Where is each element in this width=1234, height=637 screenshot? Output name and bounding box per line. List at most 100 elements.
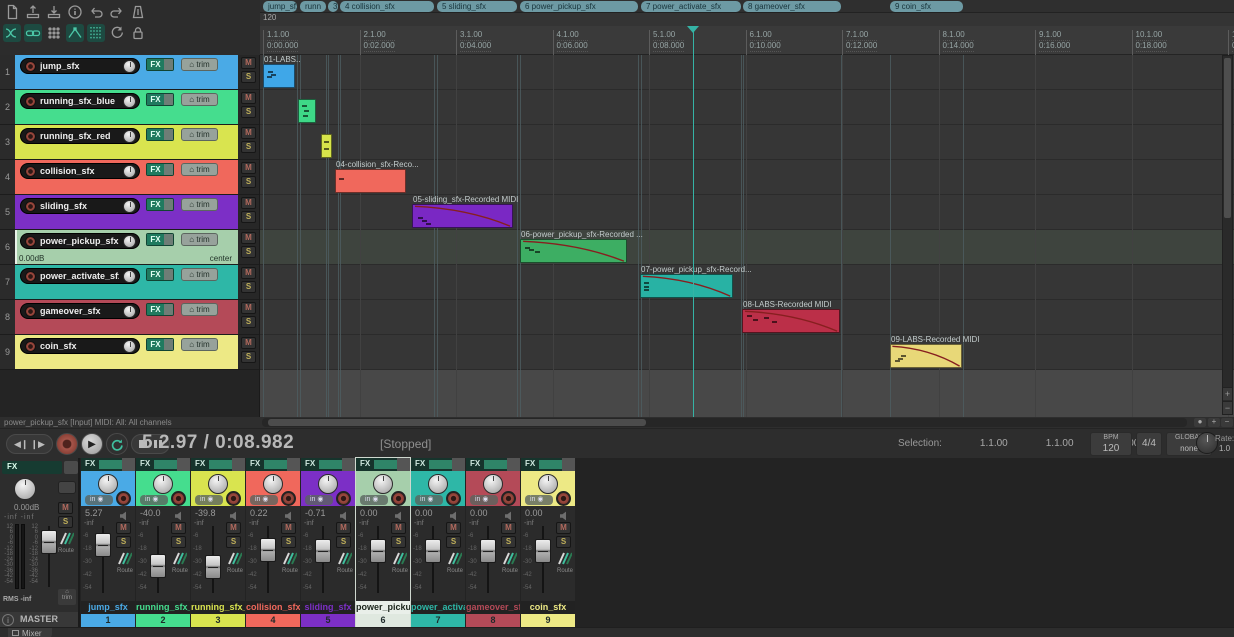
strip-input-button[interactable]: in ◉ [415, 495, 443, 505]
region-marker[interactable]: 3 [328, 1, 338, 12]
item-grouping-button[interactable] [24, 24, 42, 42]
track-panel-row[interactable]: 5sliding_sfxFX⌂ trimMS [0, 195, 259, 230]
strip-route-icon[interactable] [171, 552, 187, 565]
strip-pan-knob[interactable] [483, 474, 503, 494]
media-item[interactable]: 09-LABS-Recorded MIDI [890, 344, 962, 368]
track-volume-knob[interactable] [123, 340, 136, 353]
strip-solo-button[interactable]: S [391, 536, 406, 548]
strip-route-icon[interactable] [501, 552, 517, 565]
strip-volume-readout[interactable]: 0.22 [250, 508, 268, 518]
strip-record-arm-button[interactable] [171, 491, 186, 506]
strip-track-number[interactable]: 7 [411, 614, 465, 627]
strip-route-icon[interactable] [226, 552, 242, 565]
strip-volume-readout[interactable]: 0.00 [360, 508, 378, 518]
strip-fx-slot[interactable]: FX [411, 458, 465, 471]
track-envelope-button[interactable]: ⌂ trim [181, 233, 218, 246]
strip-record-arm-button[interactable] [446, 491, 461, 506]
redo-button[interactable] [108, 3, 126, 21]
track-volume-knob[interactable] [123, 130, 136, 143]
strip-volume-readout[interactable]: 5.27 [85, 508, 103, 518]
strip-pan-knob[interactable] [318, 474, 338, 494]
project-info-button[interactable] [66, 3, 84, 21]
strip-track-number[interactable]: 1 [81, 614, 135, 627]
track-name-field[interactable]: running_sfx_blue [20, 93, 140, 109]
mixer-strip[interactable]: FXin ◉-0.71-inf-6-18-30-42-54MSRouteslid… [301, 458, 355, 627]
strip-solo-button[interactable]: S [226, 536, 241, 548]
track-solo-button[interactable]: S [241, 281, 256, 293]
play-button[interactable]: ▶ [81, 433, 103, 455]
strip-route-label[interactable]: Route [392, 568, 408, 574]
strip-track-number[interactable]: 9 [521, 614, 575, 627]
track-panel-row[interactable]: 4collision_sfxFX⌂ trimMS [0, 160, 259, 195]
play-cursor[interactable] [693, 26, 694, 417]
track-solo-button[interactable]: S [241, 211, 256, 223]
mixer-strip[interactable]: FXin ◉0.00-inf-6-18-30-42-54MSRoutegameo… [466, 458, 520, 627]
record-arm-button[interactable] [25, 131, 36, 142]
mixer-strip[interactable]: FXin ◉0.00-inf-6-18-30-42-54MSRoutepower… [411, 458, 465, 627]
master-trim-button[interactable]: ⌂trim [58, 589, 76, 605]
record-arm-button[interactable] [25, 341, 36, 352]
strip-volume-fader[interactable] [480, 539, 496, 563]
strip-route-icon[interactable] [336, 552, 352, 565]
strip-mute-button[interactable]: M [336, 522, 351, 534]
fx-toggle[interactable] [164, 339, 173, 350]
track-envelope-button[interactable]: ⌂ trim [181, 93, 218, 106]
master-strip[interactable]: FX 0.00dB -inf -inf 1260-6-12-18-24-30-3… [0, 458, 80, 627]
strip-route-icon[interactable] [116, 552, 132, 565]
strip-input-button[interactable]: in ◉ [250, 495, 278, 505]
docker-tab-mixer[interactable]: Mixer [8, 628, 52, 637]
strip-volume-readout[interactable]: 0.00 [470, 508, 488, 518]
region-marker[interactable]: runn [300, 1, 326, 12]
track-fx-button[interactable]: FX [146, 338, 174, 351]
strip-input-button[interactable]: in ◉ [305, 495, 333, 505]
strip-track-number[interactable]: 4 [246, 614, 300, 627]
track-panel-row[interactable]: 6power_pickup_sfxFX⌂ trim0.00dBcenterMS [0, 230, 259, 265]
track-volume-knob[interactable] [123, 270, 136, 283]
track-volume-knob[interactable] [123, 235, 136, 248]
strip-volume-fader[interactable] [425, 539, 441, 563]
strip-pan-knob[interactable] [538, 474, 558, 494]
track-fx-button[interactable]: FX [146, 163, 174, 176]
master-route-icon[interactable] [58, 532, 74, 545]
track-solo-button[interactable]: S [241, 176, 256, 188]
track-solo-button[interactable]: S [241, 316, 256, 328]
master-info-icon[interactable]: i [2, 614, 14, 626]
strip-solo-button[interactable]: S [281, 536, 296, 548]
strip-route-icon[interactable] [446, 552, 462, 565]
strip-track-number[interactable]: 8 [466, 614, 520, 627]
strip-route-label[interactable]: Route [502, 568, 518, 574]
fx-toggle[interactable] [164, 129, 173, 140]
time-signature-box[interactable]: 4/4 [1136, 432, 1162, 456]
fx-toggle[interactable] [164, 59, 173, 70]
strip-track-name[interactable]: sliding_sfx [301, 601, 355, 614]
record-arm-button[interactable] [25, 96, 36, 107]
strip-track-number[interactable]: 3 [191, 614, 245, 627]
track-envelope-button[interactable]: ⌂ trim [181, 338, 218, 351]
track-fx-button[interactable]: FX [146, 233, 174, 246]
master-fader[interactable] [41, 530, 57, 554]
hzoom-reset-button[interactable]: ● [1194, 418, 1206, 427]
track-solo-button[interactable]: S [241, 351, 256, 363]
track-name-field[interactable]: coin_sfx [20, 338, 140, 354]
track-envelope-button[interactable]: ⌂ trim [181, 303, 218, 316]
track-mute-button[interactable]: M [241, 302, 256, 314]
strip-mute-button[interactable]: M [116, 522, 131, 534]
master-volume-readout[interactable]: 0.00dB [14, 503, 39, 512]
strip-volume-readout[interactable]: -0.71 [305, 508, 326, 518]
media-item[interactable] [298, 99, 316, 123]
strip-solo-button[interactable]: S [171, 536, 186, 548]
record-arm-button[interactable] [25, 306, 36, 317]
strip-track-number[interactable]: 5 [301, 614, 355, 627]
media-item[interactable]: 05-sliding_sfx-Recorded MIDI [412, 204, 513, 228]
record-arm-button[interactable] [25, 201, 36, 212]
track-lanes[interactable]: 01-LABS..04-collision_sfx-Reco...05-slid… [260, 55, 1234, 417]
master-stereo-button[interactable] [58, 481, 76, 494]
master-pan-knob[interactable] [14, 478, 36, 500]
region-marker[interactable]: 7 power_activate_sfx [641, 1, 741, 12]
track-mute-button[interactable]: M [241, 57, 256, 69]
strip-input-button[interactable]: in ◉ [85, 495, 113, 505]
strip-record-arm-button[interactable] [391, 491, 406, 506]
strip-volume-readout[interactable]: -40.0 [140, 508, 161, 518]
track-mute-button[interactable]: M [241, 162, 256, 174]
bpm-box[interactable]: BPM 120 [1090, 432, 1132, 456]
